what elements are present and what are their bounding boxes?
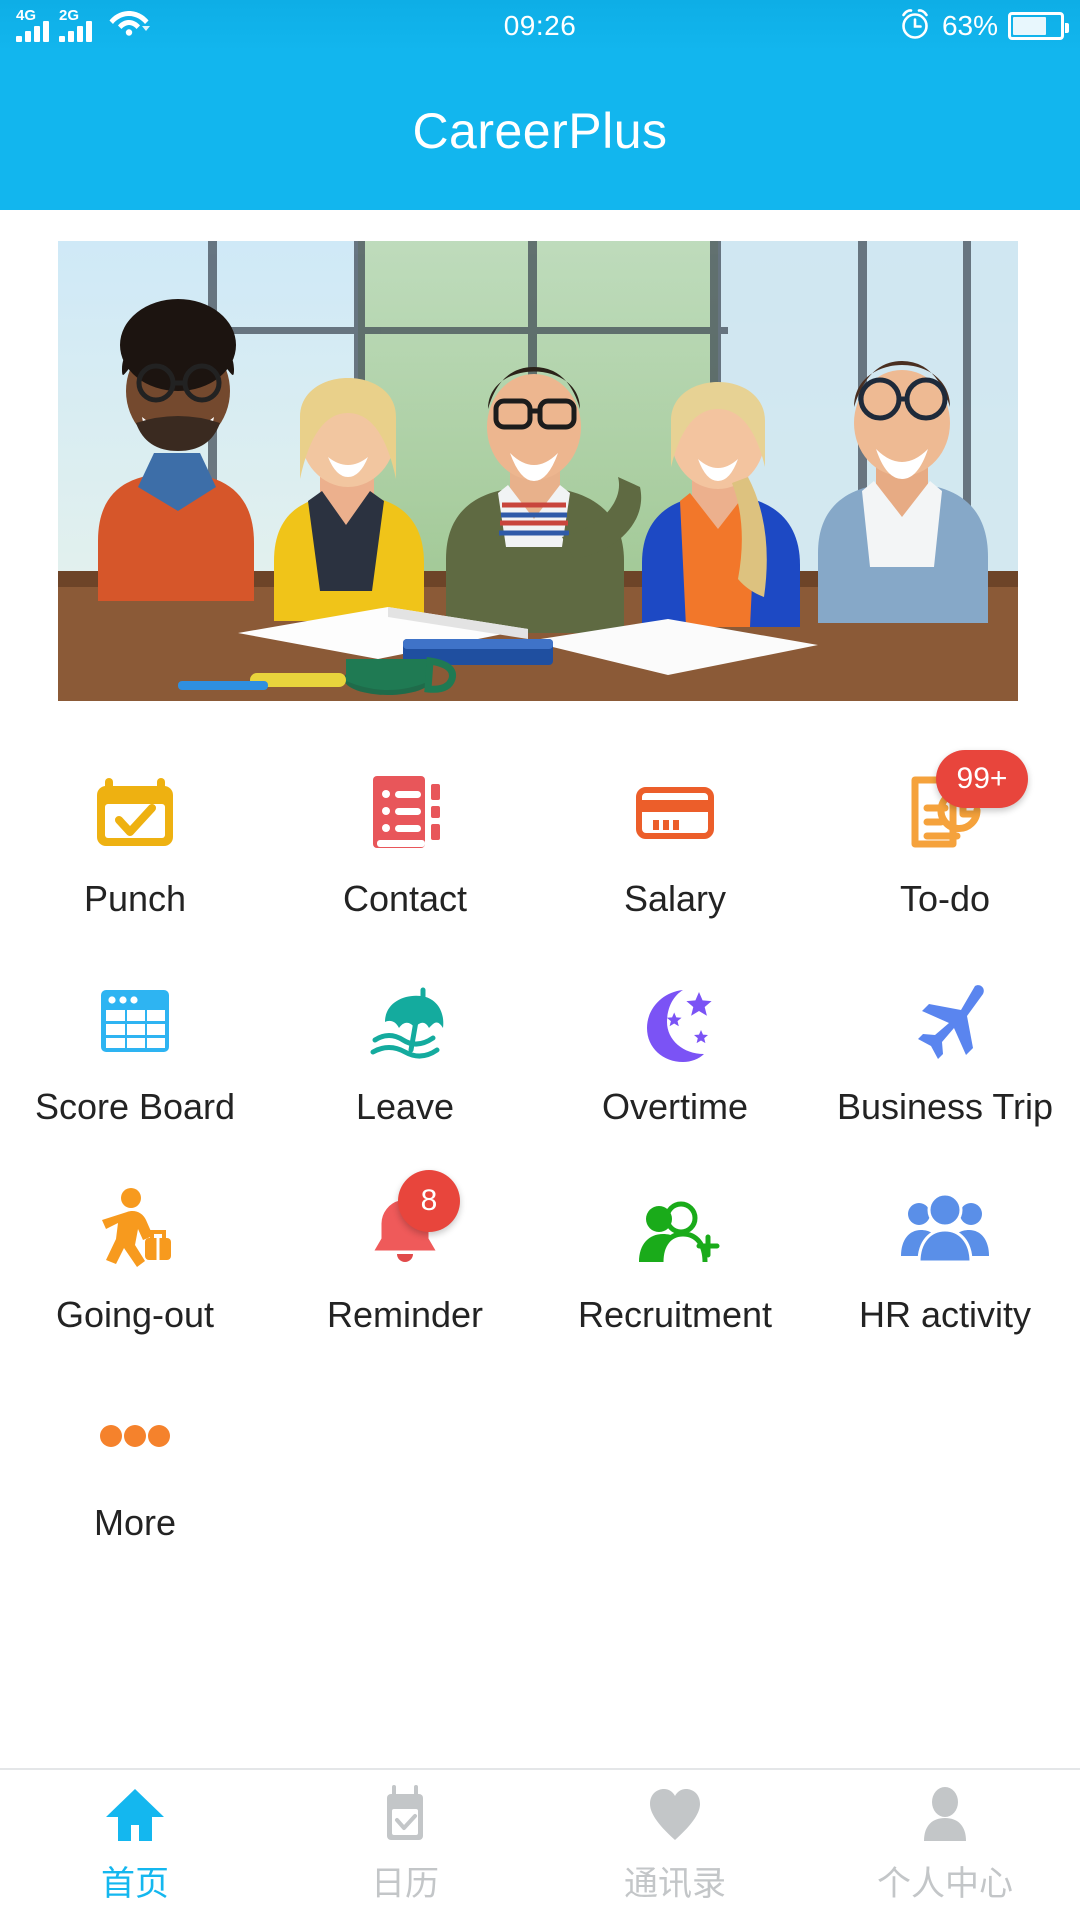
bottom-nav-bar: 首页 日历 通讯录 个人中心 xyxy=(0,1768,1080,1920)
person-icon xyxy=(914,1785,976,1848)
grid-item-label: Score Board xyxy=(34,1086,236,1127)
banner-image[interactable] xyxy=(58,241,1018,701)
walking-traveler-icon xyxy=(80,1176,190,1280)
grid-item-todo[interactable]: 99+ To-do xyxy=(810,750,1080,942)
grid-item-label: Recruitment xyxy=(577,1294,773,1335)
grid-item-punch[interactable]: Punch xyxy=(0,760,270,942)
address-book-icon xyxy=(350,760,460,864)
document-clock-icon: 99+ xyxy=(890,750,1028,864)
grid-item-label: Reminder xyxy=(326,1294,484,1335)
grid-item-label: Punch xyxy=(83,878,187,919)
tab-calendar[interactable]: 日历 xyxy=(270,1785,540,1905)
page-title: CareerPlus xyxy=(412,103,668,159)
calendar-check-icon xyxy=(80,760,190,864)
moon-stars-icon xyxy=(620,968,730,1072)
grid-item-label: Going-out xyxy=(55,1294,215,1335)
beach-umbrella-icon xyxy=(350,968,460,1072)
grid-item-label: More xyxy=(93,1502,177,1543)
app-shortcut-grid: Punch Contact Salary 99+ To-do Score Boa… xyxy=(0,750,1080,1566)
tab-contacts[interactable]: 通讯录 xyxy=(540,1785,810,1905)
grid-item-contact[interactable]: Contact xyxy=(270,760,540,942)
grid-item-label: To-do xyxy=(899,878,991,919)
app-header: CareerPlus xyxy=(0,52,1080,210)
heart-icon xyxy=(644,1785,706,1848)
status-badge: 99+ xyxy=(936,750,1028,808)
battery-percent-label: 63% xyxy=(941,10,998,41)
bell-icon: 8 xyxy=(350,1170,460,1280)
tab-label: 个人中心 xyxy=(877,1865,1013,1903)
home-icon xyxy=(104,1785,166,1848)
alarm-clock-icon xyxy=(898,7,932,46)
status-badge: 8 xyxy=(398,1170,460,1232)
app-screen: 4G 2G 09:26 63% CareerPlus Punch Contact… xyxy=(0,0,1080,1920)
grid-item-overtime[interactable]: Overtime xyxy=(540,968,810,1150)
grid-item-more[interactable]: More xyxy=(0,1384,270,1566)
grid-item-label: Overtime xyxy=(601,1086,749,1127)
grid-item-business-trip[interactable]: Business Trip xyxy=(810,968,1080,1150)
grid-item-hr-activity[interactable]: HR activity xyxy=(810,1176,1080,1358)
grid-item-salary[interactable]: Salary xyxy=(540,760,810,942)
calendar-check-icon xyxy=(374,1785,436,1848)
grid-item-reminder[interactable]: 8 Reminder xyxy=(270,1170,540,1358)
people-group-icon xyxy=(890,1176,1000,1280)
status-bar: 4G 2G 09:26 63% xyxy=(0,0,1080,52)
tab-profile[interactable]: 个人中心 xyxy=(810,1785,1080,1905)
table-grid-icon xyxy=(80,968,190,1072)
grid-item-label: HR activity xyxy=(858,1294,1032,1335)
grid-item-leave[interactable]: Leave xyxy=(270,968,540,1150)
tab-home[interactable]: 首页 xyxy=(0,1785,270,1905)
grid-item-label: Salary xyxy=(623,878,727,919)
credit-card-icon xyxy=(620,760,730,864)
grid-item-label: Business Trip xyxy=(836,1086,1054,1127)
grid-item-label: Contact xyxy=(342,878,468,919)
grid-item-recruitment[interactable]: Recruitment xyxy=(540,1176,810,1358)
add-person-icon xyxy=(620,1176,730,1280)
battery-icon xyxy=(1008,12,1069,40)
ellipsis-icon xyxy=(80,1384,190,1488)
tab-label: 日历 xyxy=(371,1865,439,1903)
tab-label: 通讯录 xyxy=(624,1865,726,1903)
grid-item-score-board[interactable]: Score Board xyxy=(0,968,270,1150)
airplane-icon xyxy=(890,968,1000,1072)
tab-label: 首页 xyxy=(101,1865,169,1903)
grid-item-label: Leave xyxy=(355,1086,455,1127)
grid-item-going-out[interactable]: Going-out xyxy=(0,1176,270,1358)
status-bar-right: 63% xyxy=(898,0,1069,52)
